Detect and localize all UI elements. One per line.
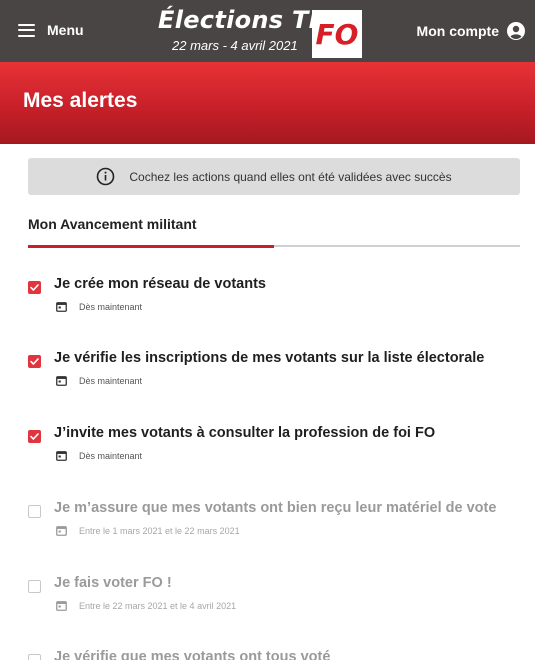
- date-text: Dès maintenant: [79, 450, 143, 461]
- action-date: Entre le 1 mars 2021 et le 22 mars 2021: [56, 525, 240, 536]
- calendar-icon: [56, 302, 67, 312]
- fo-logo-text: FO: [315, 17, 359, 51]
- action-title: Je fais voter FO !: [54, 575, 172, 591]
- date-text: Entre le 22 mars 2021 et le 4 avril 2021: [79, 600, 237, 611]
- check-icon: [30, 433, 39, 440]
- info-icon: [97, 167, 115, 186]
- menu-label: Menu: [47, 22, 84, 38]
- action-checkbox[interactable]: [28, 430, 41, 443]
- action-checkbox[interactable]: [28, 281, 41, 294]
- top-header: Menu Élections TPE 22 mars - 4 avril 202…: [0, 0, 535, 62]
- progress-bar: [28, 244, 520, 248]
- menu-button[interactable]: Menu: [18, 22, 84, 38]
- info-notice: Cochez les actions quand elles ont été v…: [28, 158, 520, 195]
- action-title: Je m’assure que mes votants ont bien reç…: [54, 500, 497, 516]
- calendar-icon: [56, 526, 67, 536]
- action-date: Dès maintenant: [56, 375, 142, 386]
- action-date: Entre le 22 mars 2021 et le 4 avril 2021: [56, 600, 236, 611]
- account-button[interactable]: Mon compte: [417, 22, 525, 40]
- action-title: Je vérifie que mes votants ont tous voté: [54, 649, 331, 660]
- action-checkbox[interactable]: [28, 355, 41, 368]
- date-text: Dès maintenant: [79, 375, 143, 386]
- calendar-icon: [56, 376, 67, 386]
- date-text: Entre le 1 mars 2021 et le 22 mars 2021: [79, 525, 240, 536]
- action-date: Dès maintenant: [56, 450, 142, 461]
- brand-logo[interactable]: Élections TPE 22 mars - 4 avril 2021 FO: [152, 4, 364, 60]
- fo-logo: FO: [312, 10, 362, 58]
- action-title: Je vérifie les inscriptions de mes votan…: [54, 350, 485, 366]
- notice-text: Cochez les actions quand elles ont été v…: [129, 169, 452, 184]
- action-checkbox[interactable]: [28, 654, 41, 660]
- user-circle-icon: [507, 22, 525, 40]
- page-banner: Mes alertes: [0, 62, 535, 144]
- calendar-icon: [56, 451, 67, 461]
- action-date: Dès maintenant: [56, 301, 142, 312]
- action-title: J’invite mes votants à consulter la prof…: [54, 425, 436, 441]
- date-text: Dès maintenant: [79, 301, 143, 312]
- brand-subtitle: 22 mars - 4 avril 2021: [172, 38, 298, 53]
- action-checkbox[interactable]: [28, 505, 41, 518]
- progress-title: Mon Avancement militant: [28, 216, 197, 232]
- page-title: Mes alertes: [23, 89, 138, 112]
- action-title: Je crée mon réseau de votants: [54, 276, 266, 292]
- hamburger-icon: [18, 23, 35, 37]
- progress-fill: [28, 244, 274, 248]
- action-checkbox[interactable]: [28, 580, 41, 593]
- check-icon: [30, 358, 39, 365]
- calendar-icon: [56, 601, 67, 611]
- account-label: Mon compte: [416, 23, 499, 39]
- check-icon: [30, 284, 39, 291]
